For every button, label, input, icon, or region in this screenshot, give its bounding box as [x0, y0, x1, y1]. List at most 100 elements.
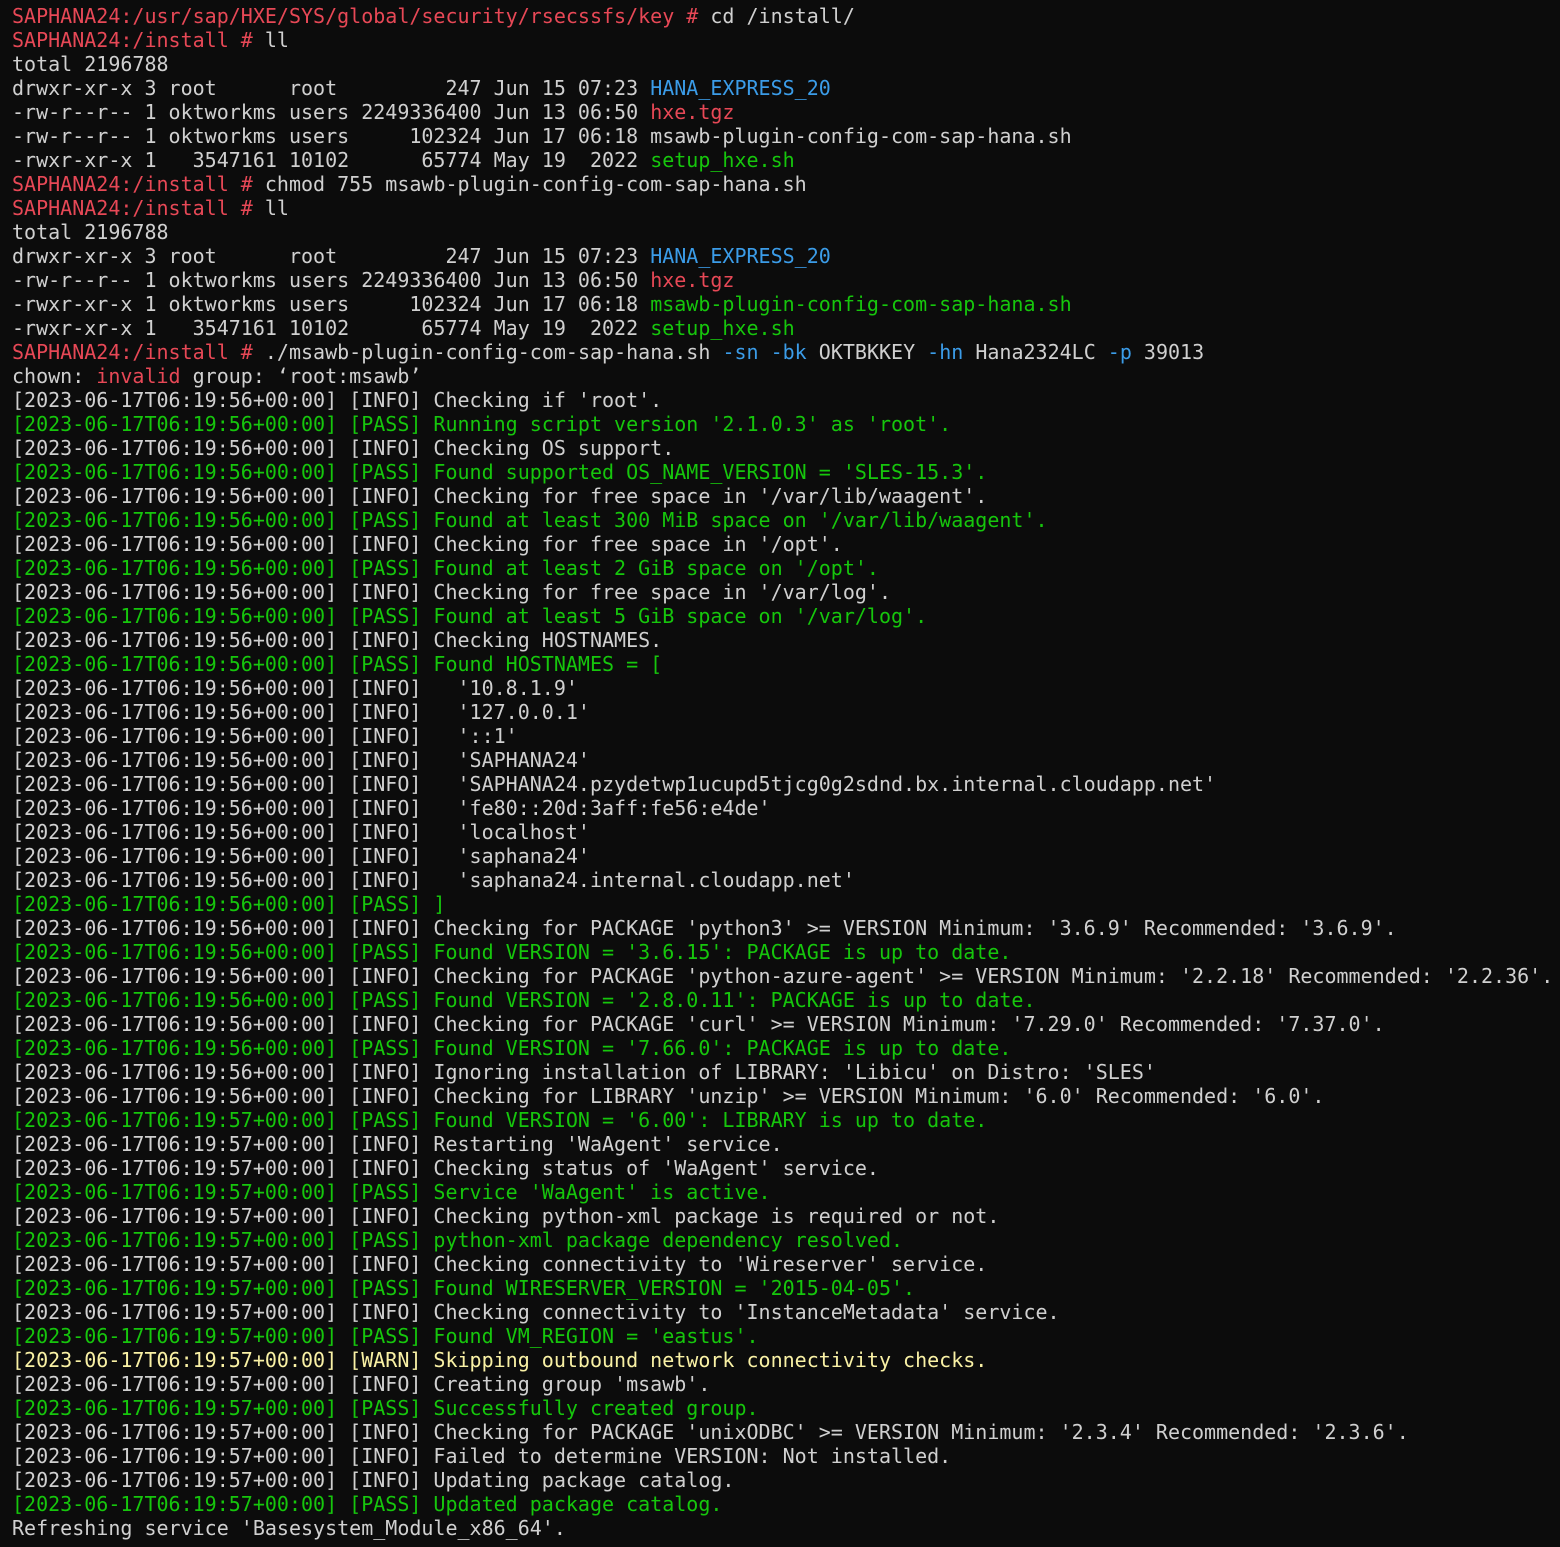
- terminal-text-prompt: SAPHANA24:/install #: [12, 28, 265, 52]
- terminal-text-option: -hn: [927, 340, 964, 364]
- terminal-text-directory: HANA_EXPRESS_20: [650, 76, 831, 100]
- terminal-line: [2023-06-17T06:19:56+00:00] [INFO] 'loca…: [12, 820, 1560, 844]
- terminal-text-text: 39013: [1131, 340, 1205, 364]
- terminal-line: SAPHANA24:/install # chmod 755 msawb-plu…: [12, 172, 1560, 196]
- terminal-text-text: drwxr-xr-x 3 root root 247 Jun 15 07:23: [12, 76, 651, 100]
- terminal-line: [2023-06-17T06:19:57+00:00] [PASS] Found…: [12, 1276, 1560, 1300]
- terminal-line: chown: invalid group: ‘root:msawb’: [12, 364, 1560, 388]
- terminal-text-text: [2023-06-17T06:19:56+00:00] [INFO] 'fe80…: [12, 796, 771, 820]
- terminal-window[interactable]: SAPHANA24:/usr/sap/HXE/SYS/global/securi…: [0, 0, 1560, 1547]
- terminal-line: [2023-06-17T06:19:56+00:00] [INFO] 'saph…: [12, 868, 1560, 892]
- terminal-text-archive: hxe.tgz: [650, 100, 735, 124]
- terminal-line: [2023-06-17T06:19:56+00:00] [PASS] Found…: [12, 940, 1560, 964]
- terminal-text-text: [2023-06-17T06:19:56+00:00] [INFO] Check…: [12, 964, 1554, 988]
- terminal-line: -rwxr-xr-x 1 3547161 10102 65774 May 19 …: [12, 316, 1560, 340]
- terminal-line: SAPHANA24:/install # ./msawb-plugin-conf…: [12, 340, 1560, 364]
- terminal-text-text: [2023-06-17T06:19:57+00:00] [INFO] Check…: [12, 1204, 1000, 1228]
- terminal-line: [2023-06-17T06:19:57+00:00] [INFO] Check…: [12, 1420, 1560, 1444]
- terminal-line: [2023-06-17T06:19:57+00:00] [PASS] Updat…: [12, 1492, 1560, 1516]
- terminal-line: [2023-06-17T06:19:56+00:00] [INFO] 'saph…: [12, 844, 1560, 868]
- terminal-text-pass: [2023-06-17T06:19:56+00:00] [PASS] Found…: [12, 508, 1048, 532]
- terminal-cursor-line: [12, 1540, 1560, 1547]
- terminal-text-text: [2023-06-17T06:19:56+00:00] [INFO] Check…: [12, 436, 675, 460]
- terminal-text-text: [2023-06-17T06:19:56+00:00] [INFO] Check…: [12, 1084, 1325, 1108]
- terminal-line: Refreshing service 'Basesystem_Module_x8…: [12, 1516, 1560, 1540]
- terminal-line: [2023-06-17T06:19:56+00:00] [INFO] Check…: [12, 436, 1560, 460]
- terminal-text-text: [2023-06-17T06:19:56+00:00] [INFO] Check…: [12, 484, 988, 508]
- terminal-line: [2023-06-17T06:19:57+00:00] [PASS] pytho…: [12, 1228, 1560, 1252]
- terminal-text-text: [2023-06-17T06:19:57+00:00] [INFO] Creat…: [12, 1372, 711, 1396]
- terminal-text-text: [2023-06-17T06:19:56+00:00] [INFO] Check…: [12, 388, 663, 412]
- terminal-line: [2023-06-17T06:19:57+00:00] [INFO] Faile…: [12, 1444, 1560, 1468]
- terminal-text-pass: [2023-06-17T06:19:57+00:00] [PASS] Succe…: [12, 1396, 759, 1420]
- terminal-text-pass: [2023-06-17T06:19:56+00:00] [PASS] Runni…: [12, 412, 952, 436]
- terminal-text-text: [2023-06-17T06:19:56+00:00] [INFO] 'saph…: [12, 844, 590, 868]
- terminal-line: drwxr-xr-x 3 root root 247 Jun 15 07:23 …: [12, 76, 1560, 100]
- terminal-text-executable: setup_hxe.sh: [650, 316, 795, 340]
- terminal-text-text: drwxr-xr-x 3 root root 247 Jun 15 07:23: [12, 244, 651, 268]
- terminal-line: -rw-r--r-- 1 oktworkms users 2249336400 …: [12, 268, 1560, 292]
- terminal-text-pass: [2023-06-17T06:19:56+00:00] [PASS] Found…: [12, 988, 1036, 1012]
- terminal-text-warn: [2023-06-17T06:19:57+00:00] [WARN] Skipp…: [12, 1348, 988, 1372]
- terminal-line: [2023-06-17T06:19:56+00:00] [INFO] 'SAPH…: [12, 772, 1560, 796]
- terminal-text-executable: setup_hxe.sh: [650, 148, 795, 172]
- terminal-line: [2023-06-17T06:19:57+00:00] [INFO] Check…: [12, 1156, 1560, 1180]
- terminal-text-text: ./msawb-plugin-config-com-sap-hana.sh: [264, 340, 723, 364]
- terminal-text-prompt: SAPHANA24:/install #: [12, 172, 265, 196]
- terminal-text-text: Refreshing service 'Basesystem_Module_x8…: [12, 1516, 566, 1540]
- terminal-text-text: [2023-06-17T06:19:56+00:00] [INFO] Check…: [12, 532, 843, 556]
- terminal-text-text: -rw-r--r-- 1 oktworkms users 2249336400 …: [12, 100, 651, 124]
- terminal-text-text: ll: [264, 28, 289, 52]
- terminal-line: [2023-06-17T06:19:56+00:00] [INFO] 'SAPH…: [12, 748, 1560, 772]
- terminal-text-text: [2023-06-17T06:19:57+00:00] [INFO] Check…: [12, 1300, 1060, 1324]
- terminal-text-text: [2023-06-17T06:19:56+00:00] [INFO] 'SAPH…: [12, 772, 1217, 796]
- terminal-line: [2023-06-17T06:19:57+00:00] [INFO] Resta…: [12, 1132, 1560, 1156]
- terminal-line: [2023-06-17T06:19:56+00:00] [INFO] '10.8…: [12, 676, 1560, 700]
- terminal-text-text: -rwxr-xr-x 1 oktworkms users 102324 Jun …: [12, 292, 651, 316]
- terminal-line: SAPHANA24:/install # ll: [12, 28, 1560, 52]
- terminal-line: [2023-06-17T06:19:56+00:00] [PASS] Found…: [12, 460, 1560, 484]
- terminal-line: SAPHANA24:/usr/sap/HXE/SYS/global/securi…: [12, 4, 1560, 28]
- terminal-text-text: [2023-06-17T06:19:57+00:00] [INFO] Check…: [12, 1252, 988, 1276]
- terminal-text-archive: hxe.tgz: [650, 268, 735, 292]
- terminal-line: [2023-06-17T06:19:56+00:00] [INFO] Check…: [12, 580, 1560, 604]
- terminal-text-text: Hana2324LC: [963, 340, 1108, 364]
- terminal-text-error_word: invalid: [96, 364, 181, 388]
- terminal-text-pass: [2023-06-17T06:19:57+00:00] [PASS] Found…: [12, 1276, 916, 1300]
- terminal-text-pass: [2023-06-17T06:19:56+00:00] [PASS] Found…: [12, 556, 879, 580]
- terminal-text-pass: [2023-06-17T06:19:57+00:00] [PASS] pytho…: [12, 1228, 904, 1252]
- terminal-text-text: -rw-r--r-- 1 oktworkms users 102324 Jun …: [12, 124, 1072, 148]
- terminal-text-text: [2023-06-17T06:19:56+00:00] [INFO] Check…: [12, 580, 891, 604]
- terminal-text-text: [2023-06-17T06:19:56+00:00] [INFO] 'SAPH…: [12, 748, 590, 772]
- terminal-text-prompt: SAPHANA24:/install #: [12, 196, 265, 220]
- terminal-line: [2023-06-17T06:19:56+00:00] [PASS] Found…: [12, 988, 1560, 1012]
- terminal-text-text: chown:: [12, 364, 97, 388]
- terminal-text-text: -rw-r--r-- 1 oktworkms users 2249336400 …: [12, 268, 651, 292]
- terminal-text-pass: [2023-06-17T06:19:57+00:00] [PASS] Updat…: [12, 1492, 723, 1516]
- terminal-line: [2023-06-17T06:19:56+00:00] [INFO] Check…: [12, 1012, 1560, 1036]
- terminal-text-text: [2023-06-17T06:19:56+00:00] [INFO] 'saph…: [12, 868, 855, 892]
- terminal-text-option: -sn -bk: [722, 340, 807, 364]
- terminal-text-text: [2023-06-17T06:19:56+00:00] [INFO] Check…: [12, 1012, 1385, 1036]
- terminal-text-text: OKTBKKEY: [806, 340, 928, 364]
- terminal-line: -rwxr-xr-x 1 oktworkms users 102324 Jun …: [12, 292, 1560, 316]
- terminal-text-text: [2023-06-17T06:19:56+00:00] [INFO] Ignor…: [12, 1060, 1156, 1084]
- terminal-text-prompt: SAPHANA24:/install #: [12, 340, 265, 364]
- terminal-text-text: [2023-06-17T06:19:57+00:00] [INFO] Resta…: [12, 1132, 783, 1156]
- terminal-text-text: -rwxr-xr-x 1 3547161 10102 65774 May 19 …: [12, 316, 651, 340]
- terminal-text-pass: [2023-06-17T06:19:56+00:00] [PASS] Found…: [12, 652, 663, 676]
- terminal-line: [2023-06-17T06:19:56+00:00] [PASS] Found…: [12, 604, 1560, 628]
- terminal-text-text: -rwxr-xr-x 1 3547161 10102 65774 May 19 …: [12, 148, 651, 172]
- terminal-text-text: [2023-06-17T06:19:56+00:00] [INFO] '127.…: [12, 700, 590, 724]
- terminal-line: [2023-06-17T06:19:56+00:00] [INFO] Ignor…: [12, 1060, 1560, 1084]
- terminal-line: [2023-06-17T06:19:57+00:00] [INFO] Check…: [12, 1204, 1560, 1228]
- terminal-line: [2023-06-17T06:19:56+00:00] [PASS] Found…: [12, 652, 1560, 676]
- terminal-text-pass: [2023-06-17T06:19:56+00:00] [PASS] Found…: [12, 1036, 1012, 1060]
- terminal-line: [2023-06-17T06:19:56+00:00] [INFO] Check…: [12, 532, 1560, 556]
- terminal-line: [2023-06-17T06:19:56+00:00] [PASS] ]: [12, 892, 1560, 916]
- terminal-line: [2023-06-17T06:19:56+00:00] [INFO] 'fe80…: [12, 796, 1560, 820]
- terminal-line: -rwxr-xr-x 1 3547161 10102 65774 May 19 …: [12, 148, 1560, 172]
- terminal-text-pass: [2023-06-17T06:19:56+00:00] [PASS] Found…: [12, 460, 988, 484]
- terminal-text-pass: [2023-06-17T06:19:57+00:00] [PASS] Found…: [12, 1108, 988, 1132]
- terminal-text-text: [2023-06-17T06:19:56+00:00] [INFO] 'loca…: [12, 820, 590, 844]
